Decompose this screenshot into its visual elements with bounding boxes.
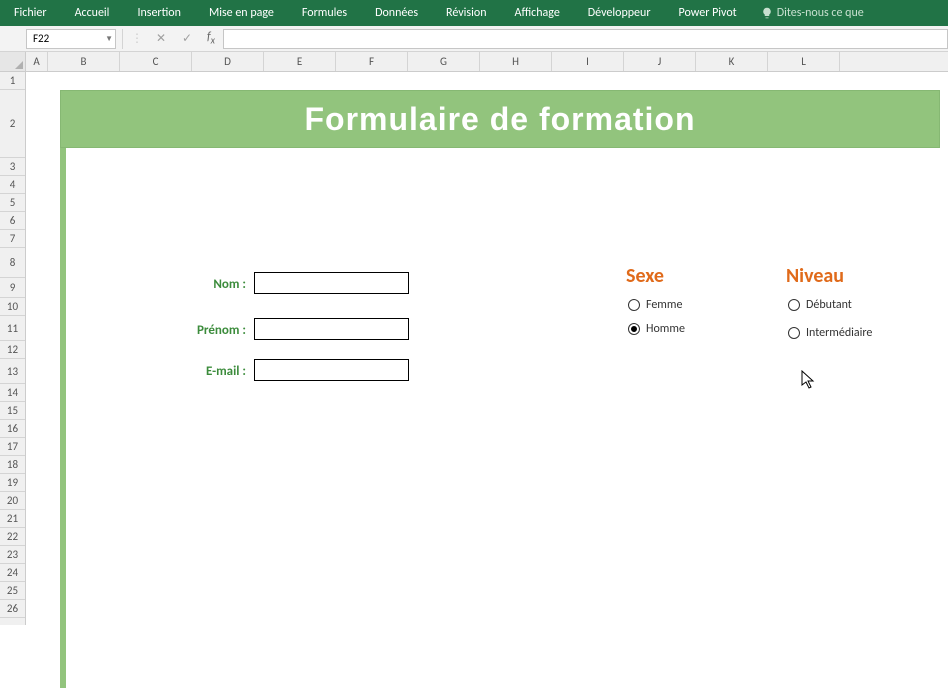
tell-me-label: Dites-nous ce que xyxy=(777,6,864,20)
col-header-e[interactable]: E xyxy=(264,52,336,71)
radio-label-debutant: Débutant xyxy=(806,298,852,312)
col-header-c[interactable]: C xyxy=(120,52,192,71)
radio-homme[interactable]: Homme xyxy=(628,322,685,336)
tab-insertion[interactable]: Insertion xyxy=(123,0,195,26)
separator xyxy=(122,29,123,49)
label-prenom: Prénom : xyxy=(156,323,246,338)
formula-bar-input[interactable] xyxy=(223,29,948,49)
radio-icon xyxy=(788,327,800,339)
tab-revision[interactable]: Révision xyxy=(432,0,500,26)
row-header-18[interactable]: 18 xyxy=(0,456,25,474)
form-header-band: Formulaire de formation xyxy=(60,90,940,148)
fx-icon[interactable]: fx xyxy=(203,30,215,46)
col-header-b[interactable]: B xyxy=(48,52,120,71)
column-headers: A B C D E F G H I J K L xyxy=(0,52,948,72)
row-headers: 1 2 3 4 5 6 7 8 9 10 11 12 13 14 15 16 1… xyxy=(0,72,26,625)
row-header-16[interactable]: 16 xyxy=(0,420,25,438)
input-nom[interactable] xyxy=(254,272,409,294)
worksheet[interactable]: Formulaire de formation Nom : Prénom : E… xyxy=(26,72,948,625)
tab-affichage[interactable]: Affichage xyxy=(501,0,574,26)
col-header-k[interactable]: K xyxy=(696,52,768,71)
row-header-25[interactable]: 25 xyxy=(0,582,25,600)
input-email[interactable] xyxy=(254,359,409,381)
radio-icon-selected xyxy=(628,323,640,335)
label-email: E-mail : xyxy=(156,364,246,379)
col-header-h[interactable]: H xyxy=(480,52,552,71)
radio-icon xyxy=(628,299,640,311)
tab-accueil[interactable]: Accueil xyxy=(61,0,124,26)
row-header-10[interactable]: 10 xyxy=(0,298,25,316)
col-header-a[interactable]: A xyxy=(26,52,48,71)
tab-mise-en-page[interactable]: Mise en page xyxy=(195,0,288,26)
row-header-2[interactable]: 2 xyxy=(0,90,25,158)
row-header-15[interactable]: 15 xyxy=(0,402,25,420)
radio-label-femme: Femme xyxy=(646,298,682,312)
row-header-24[interactable]: 24 xyxy=(0,564,25,582)
row-header-22[interactable]: 22 xyxy=(0,528,25,546)
row-header-20[interactable]: 20 xyxy=(0,492,25,510)
tab-fichier[interactable]: Fichier xyxy=(0,0,61,26)
enter-formula-button[interactable]: ✓ xyxy=(177,29,197,49)
tab-formules[interactable]: Formules xyxy=(288,0,361,26)
row-header-6[interactable]: 6 xyxy=(0,212,25,230)
form-left-strip xyxy=(60,148,66,688)
lightbulb-icon xyxy=(761,7,773,19)
row-header-21[interactable]: 21 xyxy=(0,510,25,528)
row-header-5[interactable]: 5 xyxy=(0,194,25,212)
input-prenom[interactable] xyxy=(254,318,409,340)
row-header-13[interactable]: 13 xyxy=(0,359,25,384)
cancel-formula-button[interactable]: ✕ xyxy=(151,29,171,49)
row-header-1[interactable]: 1 xyxy=(0,72,25,90)
row-header-19[interactable]: 19 xyxy=(0,474,25,492)
ribbon: Fichier Accueil Insertion Mise en page F… xyxy=(0,0,948,26)
radio-icon xyxy=(788,299,800,311)
col-header-f[interactable]: F xyxy=(336,52,408,71)
radio-femme[interactable]: Femme xyxy=(628,298,682,312)
row-header-8[interactable]: 8 xyxy=(0,248,25,278)
tab-donnees[interactable]: Données xyxy=(361,0,432,26)
col-header-g[interactable]: G xyxy=(408,52,480,71)
name-box-value: F22 xyxy=(33,32,49,45)
col-header-d[interactable]: D xyxy=(192,52,264,71)
row-header-4[interactable]: 4 xyxy=(0,176,25,194)
separator-dots: ⋮ xyxy=(129,31,145,46)
col-header-j[interactable]: J xyxy=(624,52,696,71)
row-header-3[interactable]: 3 xyxy=(0,158,25,176)
section-title-sexe: Sexe xyxy=(626,264,664,288)
grid-area: 1 2 3 4 5 6 7 8 9 10 11 12 13 14 15 16 1… xyxy=(0,72,948,625)
radio-intermediaire[interactable]: Intermédiaire xyxy=(788,326,872,340)
form-title: Formulaire de formation xyxy=(304,101,695,138)
radio-label-intermediaire: Intermédiaire xyxy=(806,326,872,340)
tell-me-search[interactable]: Dites-nous ce que xyxy=(761,0,864,26)
section-title-niveau: Niveau xyxy=(786,264,844,288)
radio-debutant[interactable]: Débutant xyxy=(788,298,852,312)
label-nom: Nom : xyxy=(156,277,246,292)
mouse-cursor-icon xyxy=(801,370,817,390)
row-header-7[interactable]: 7 xyxy=(0,230,25,248)
row-header-23[interactable]: 23 xyxy=(0,546,25,564)
name-box[interactable]: F22 ▼ xyxy=(26,29,116,49)
select-all-corner[interactable] xyxy=(0,52,26,71)
row-header-9[interactable]: 9 xyxy=(0,278,25,298)
row-header-26[interactable]: 26 xyxy=(0,600,25,618)
name-formula-bar: F22 ▼ ⋮ ✕ ✓ fx xyxy=(0,26,948,52)
tab-developpeur[interactable]: Développeur xyxy=(574,0,665,26)
row-header-11[interactable]: 11 xyxy=(0,316,25,341)
col-header-l[interactable]: L xyxy=(768,52,840,71)
tab-power-pivot[interactable]: Power Pivot xyxy=(665,0,751,26)
row-header-12[interactable]: 12 xyxy=(0,341,25,359)
radio-label-homme: Homme xyxy=(646,322,685,336)
row-header-14[interactable]: 14 xyxy=(0,384,25,402)
dropdown-icon: ▼ xyxy=(105,34,113,44)
row-header-17[interactable]: 17 xyxy=(0,438,25,456)
col-header-i[interactable]: I xyxy=(552,52,624,71)
